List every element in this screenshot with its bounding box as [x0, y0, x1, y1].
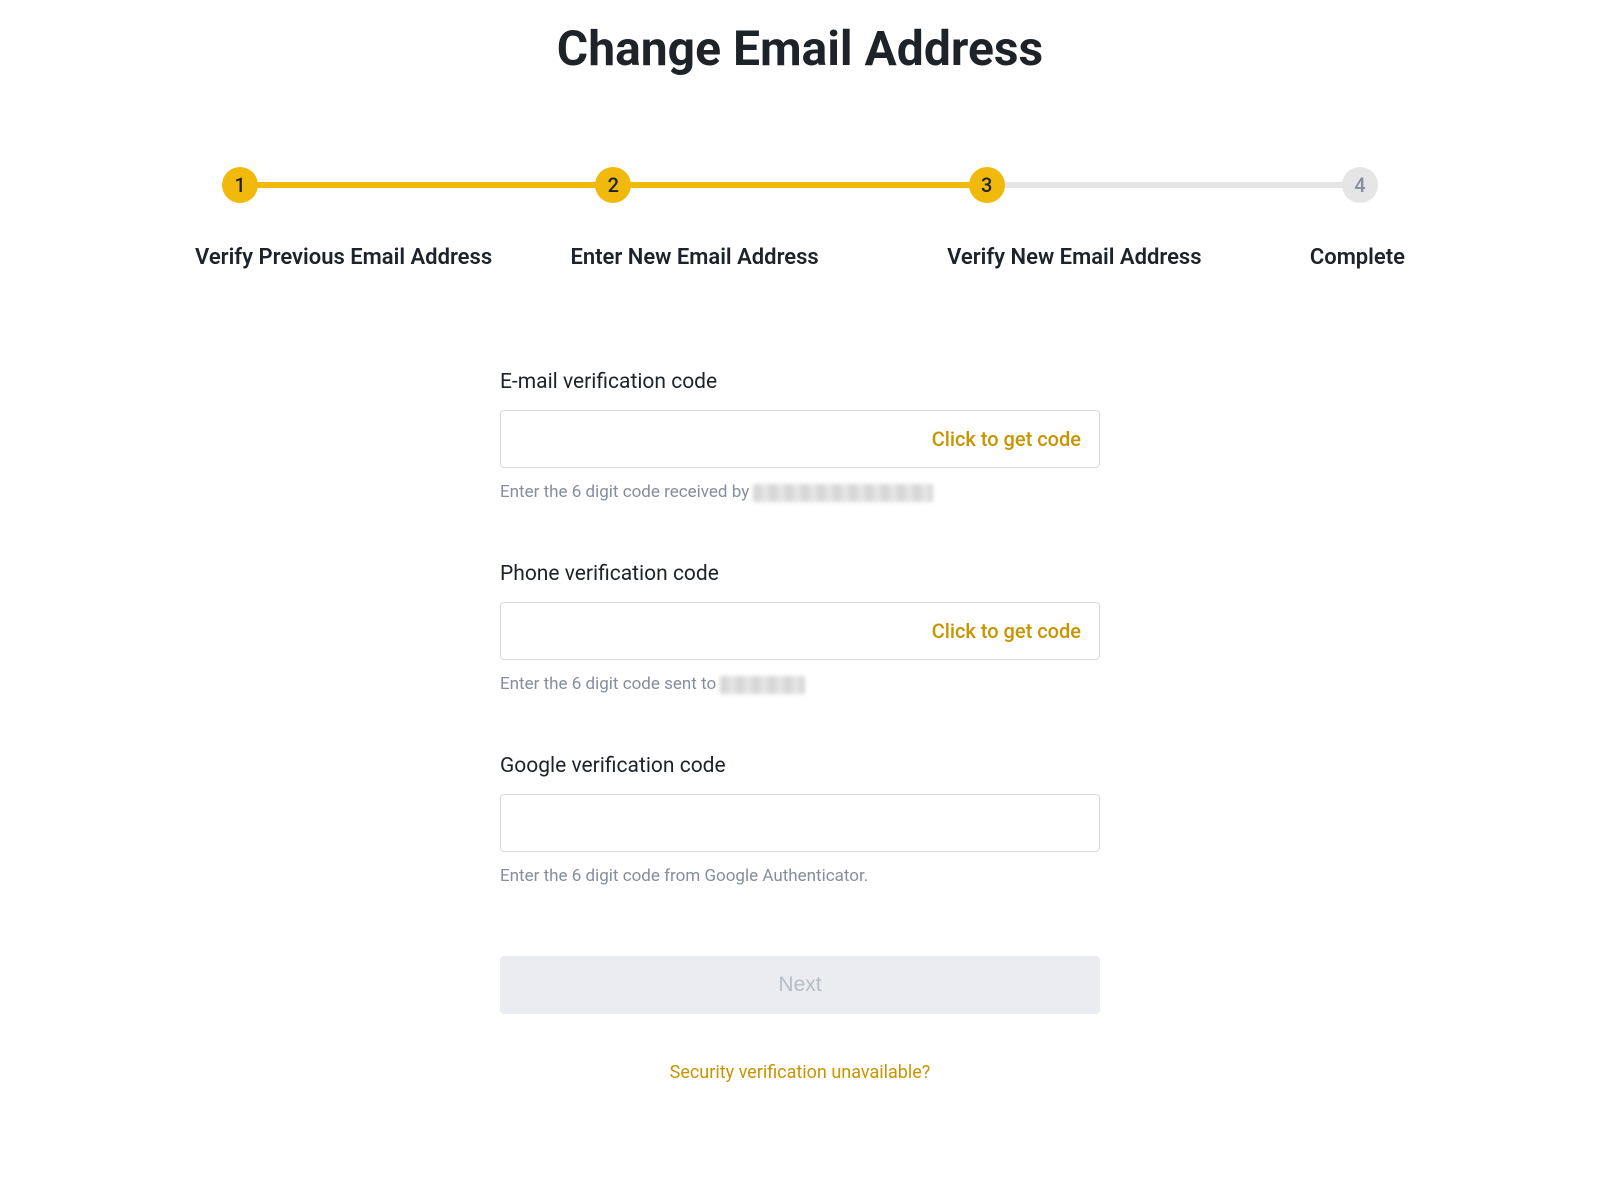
- stepper-circles: 1 2 3 4: [222, 167, 1378, 203]
- google-code-input[interactable]: [519, 795, 1081, 851]
- phone-redacted: [720, 676, 805, 694]
- phone-get-code-link[interactable]: Click to get code: [932, 619, 1081, 643]
- email-code-input[interactable]: [519, 411, 932, 467]
- email-code-input-wrapper: Click to get code: [500, 410, 1100, 468]
- email-helper-prefix: Enter the 6 digit code received by: [500, 482, 753, 502]
- google-code-label: Google verification code: [500, 754, 1100, 778]
- google-code-group: Google verification code Enter the 6 dig…: [500, 754, 1100, 886]
- phone-code-label: Phone verification code: [500, 562, 1100, 586]
- step-circle-3: 3: [969, 167, 1005, 203]
- email-get-code-link[interactable]: Click to get code: [932, 427, 1081, 451]
- phone-code-input[interactable]: [519, 603, 932, 659]
- form-area: E-mail verification code Click to get co…: [500, 370, 1100, 1083]
- step-label-2: Enter New Email Address: [570, 245, 818, 270]
- next-button[interactable]: Next: [500, 956, 1100, 1014]
- google-helper-text: Enter the 6 digit code from Google Authe…: [500, 866, 1100, 886]
- page-title: Change Email Address: [0, 20, 1600, 77]
- step-circle-4: 4: [1342, 167, 1378, 203]
- step-label-1: Verify Previous Email Address: [195, 245, 492, 270]
- step-label-3: Verify New Email Address: [947, 245, 1201, 270]
- step-label-4: Complete: [1310, 245, 1405, 270]
- email-code-group: E-mail verification code Click to get co…: [500, 370, 1100, 502]
- phone-helper-prefix: Enter the 6 digit code sent to: [500, 674, 720, 694]
- phone-code-input-wrapper: Click to get code: [500, 602, 1100, 660]
- google-code-input-wrapper: [500, 794, 1100, 852]
- email-code-label: E-mail verification code: [500, 370, 1100, 394]
- phone-helper-text: Enter the 6 digit code sent to: [500, 674, 1100, 694]
- stepper-track: 1 2 3 4: [222, 167, 1378, 203]
- stepper: 1 2 3 4 Verify Previous Email Address En…: [195, 167, 1405, 270]
- email-redacted: [753, 484, 933, 502]
- stepper-labels: Verify Previous Email Address Enter New …: [195, 245, 1405, 270]
- step-circle-2: 2: [595, 167, 631, 203]
- phone-code-group: Phone verification code Click to get cod…: [500, 562, 1100, 694]
- email-helper-text: Enter the 6 digit code received by: [500, 482, 1100, 502]
- security-unavailable-link[interactable]: Security verification unavailable?: [500, 1062, 1100, 1083]
- step-circle-1: 1: [222, 167, 258, 203]
